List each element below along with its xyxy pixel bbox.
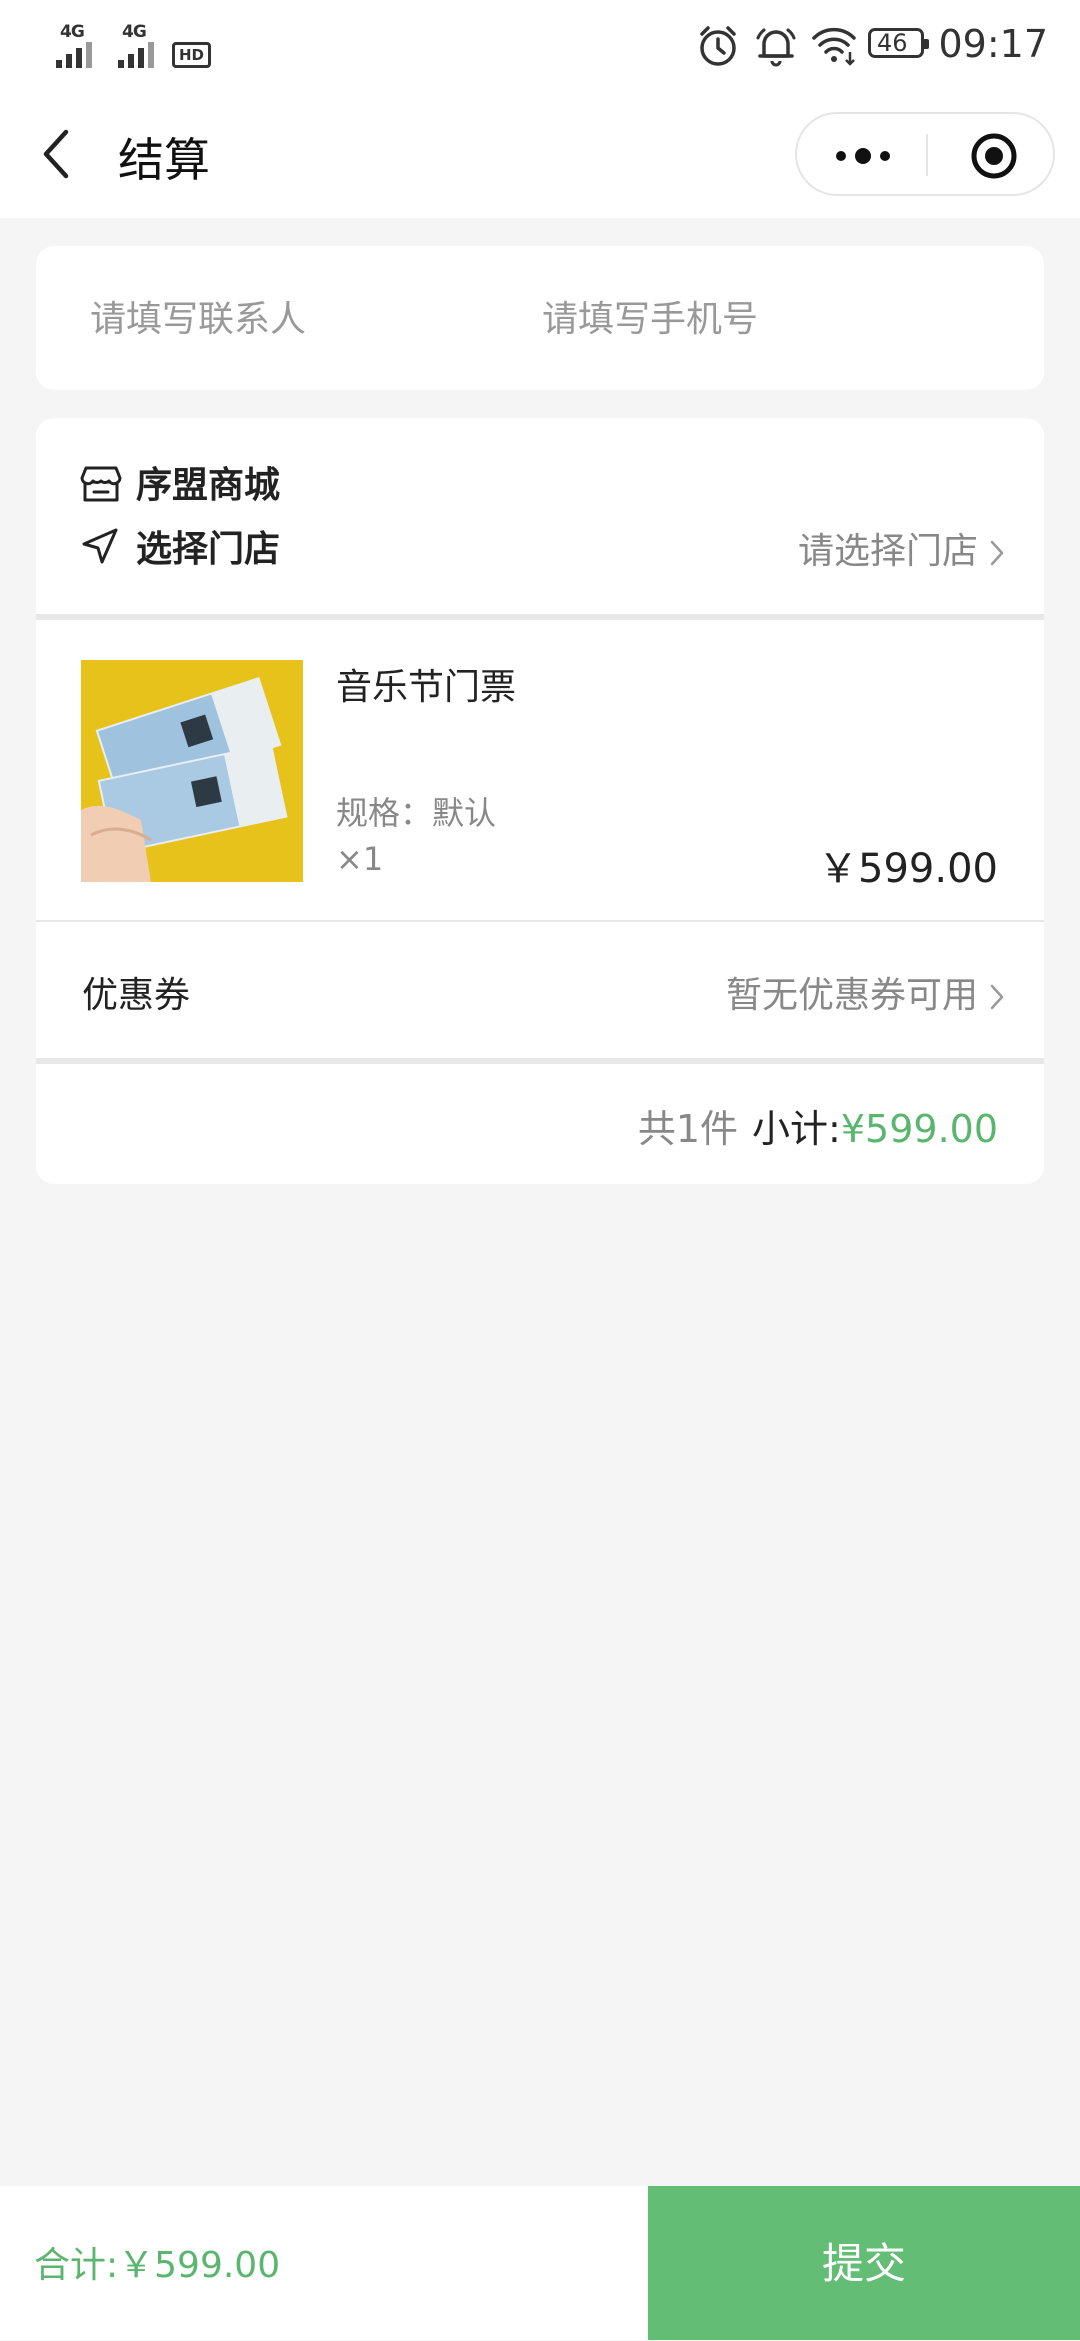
ticket-photo [81, 660, 303, 882]
store-picker-text: 请选择门店 [797, 531, 978, 572]
coupon-status-text: 暂无优惠券可用 [725, 975, 978, 1016]
product-quantity: ×1 [336, 840, 384, 878]
capsule-divider [926, 134, 928, 176]
wifi-icon [812, 27, 856, 66]
network-type-label: 4G [60, 22, 85, 42]
network-type-label: 4G [122, 22, 147, 42]
back-arrow-icon[interactable] [40, 124, 80, 184]
submit-button[interactable]: 提交 [648, 2186, 1080, 2340]
store-select-label: 选择门店 [136, 529, 281, 570]
battery-level: 46 [877, 29, 908, 57]
order-summary: 共1件 小计:¥599.00 [638, 1098, 998, 1153]
subtotal-label: 小计: [752, 1107, 841, 1151]
hd-badge: HD [172, 42, 212, 68]
close-target-icon[interactable] [970, 132, 1018, 180]
more-dots-icon[interactable] [833, 138, 893, 174]
shop-icon [80, 466, 122, 502]
product-price: ￥599.00 [818, 846, 998, 892]
mini-program-capsule [795, 112, 1055, 196]
chevron-right-icon [990, 540, 1004, 566]
battery-icon: 46 [868, 28, 929, 58]
status-time: 09:17 [938, 22, 1048, 66]
checkout-bar: 合计:￥599.00 提交 [0, 2186, 1080, 2340]
section-divider [36, 920, 1044, 922]
contact-card [36, 246, 1044, 390]
product-image[interactable] [81, 660, 303, 882]
status-bar: 4G 4G HD 46 09:17 [0, 0, 1080, 96]
order-card: 序盟商城 选择门店 请选择门店 音乐节门票 规格：默认 ×1 ￥599.00 优… [36, 418, 1044, 1184]
product-spec: 规格：默认 [336, 794, 497, 832]
chevron-right-icon [990, 984, 1004, 1010]
nav-bar: 结算 [0, 96, 1080, 218]
page-title: 结算 [118, 133, 210, 187]
coupon-picker[interactable]: 暂无优惠券可用 [726, 966, 1004, 1018]
contact-name-input[interactable] [88, 292, 492, 346]
contact-phone-input[interactable] [540, 292, 1004, 346]
alarm-icon [700, 26, 736, 66]
product-name: 音乐节门票 [336, 667, 517, 708]
location-arrow-icon [82, 528, 118, 564]
shop-name: 序盟商城 [136, 465, 281, 506]
total-amount: 合计:￥599.00 [34, 2245, 281, 2286]
section-divider [36, 1058, 1044, 1064]
coupon-label: 优惠券 [82, 975, 191, 1016]
section-divider [36, 614, 1044, 620]
store-picker[interactable]: 请选择门店 [798, 522, 1004, 574]
bell-icon [756, 28, 796, 67]
item-count: 共1件 [637, 1107, 739, 1151]
subtotal-amount: ¥599.00 [840, 1107, 998, 1151]
